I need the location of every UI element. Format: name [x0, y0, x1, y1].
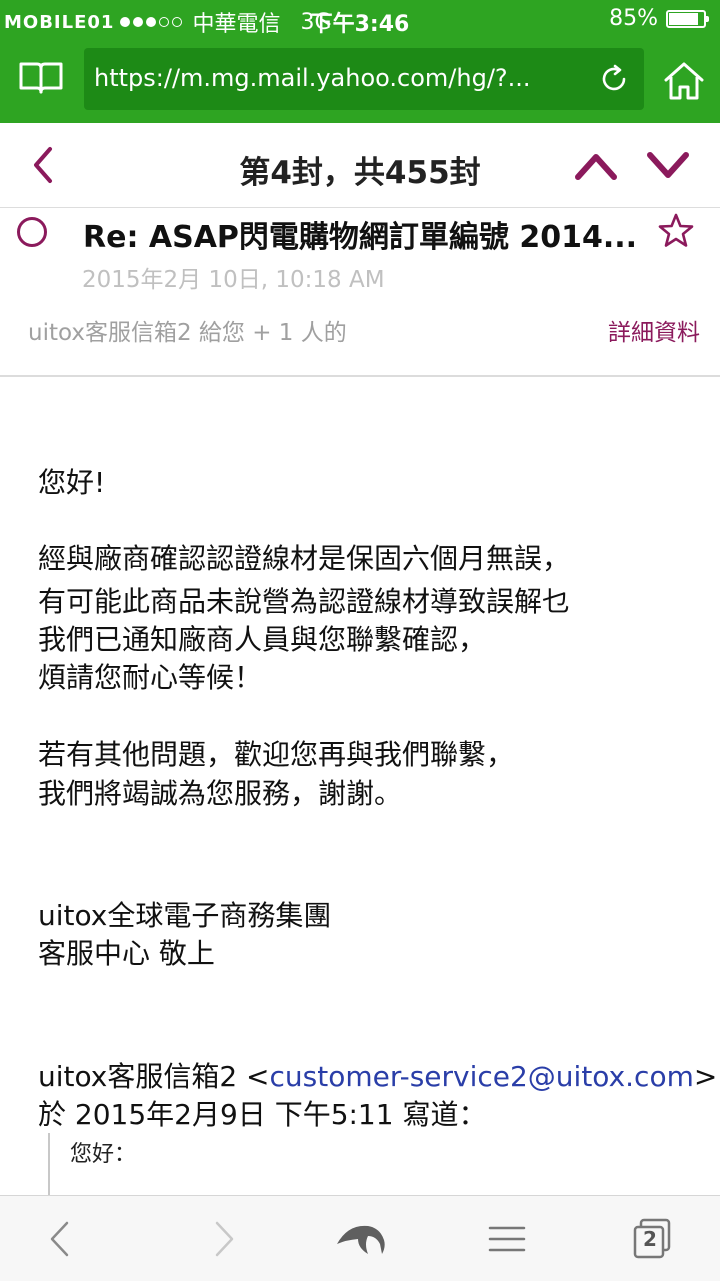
body-line: 我們將竭誠為您服務，謝謝。: [38, 777, 403, 810]
quote-bar: [48, 1133, 50, 1195]
sender-email-link[interactable]: customer-service2@uitox.com: [270, 1060, 694, 1093]
quote-date: 於 2015年2月9日 下午5:11 寫道：: [38, 1098, 487, 1131]
star-icon[interactable]: [657, 212, 695, 250]
message-subject: Re: ASAP閃電購物網訂單編號 2014...: [83, 220, 638, 255]
mail-navbar: 第4封，共455封: [0, 123, 720, 208]
battery-percent: 85%: [609, 6, 658, 31]
home-icon[interactable]: [660, 56, 708, 104]
bookmarks-icon[interactable]: [17, 58, 65, 98]
header-divider: [0, 375, 720, 377]
body-line: 有可能此商品未說營為認證線材導致誤解乜: [38, 585, 571, 618]
signature-line: 客服中心 敬上: [38, 937, 215, 970]
body-line: 我們已通知廠商人員與您聯繫確認，: [38, 623, 487, 656]
reload-icon[interactable]: [598, 63, 630, 95]
quote-sender: uitox客服信箱2 <: [38, 1060, 270, 1093]
browser-toolbar: [0, 1195, 720, 1281]
url-text[interactable]: https://m.mg.mail.yahoo.com/hg/?...: [94, 64, 584, 92]
tab-count: 2: [643, 1227, 657, 1251]
body-line: 煩請您耐心等候！: [38, 661, 263, 694]
quote-header: uitox客服信箱2 <customer-service2@uitox.com>: [38, 1058, 717, 1095]
dolphin-icon[interactable]: [334, 1214, 390, 1264]
quoted-greeting: 您好：: [70, 1142, 137, 1167]
address-bar[interactable]: https://m.mg.mail.yahoo.com/hg/?...: [84, 48, 644, 110]
body-greeting: 您好!: [38, 466, 106, 499]
browser-chrome: MOBILE01 中華電信 3G 下午3:46 85% https://m.mg…: [0, 0, 720, 123]
message-date: 2015年2月 10日, 10:18 AM: [82, 267, 385, 293]
browser-forward-icon[interactable]: [198, 1214, 248, 1264]
signature-line: uitox全球電子商務集團: [38, 899, 332, 932]
body-line: 若有其他問題，歡迎您再與我們聯繫，: [38, 738, 515, 771]
previous-message-icon[interactable]: [574, 151, 618, 181]
next-message-icon[interactable]: [646, 151, 690, 181]
menu-icon[interactable]: [482, 1214, 532, 1264]
quote-sender-end: >: [693, 1060, 718, 1093]
unread-indicator[interactable]: [17, 217, 47, 247]
browser-back-icon[interactable]: [36, 1214, 86, 1264]
details-link[interactable]: 詳細資料: [608, 313, 700, 347]
body-line: 經與廠商確認認證線材是保固六個月無誤，: [38, 542, 571, 575]
battery-icon: [666, 9, 709, 28]
message-recipients: uitox客服信箱2 給您 + 1 人的: [28, 320, 347, 346]
status-bar: MOBILE01 中華電信 3G 下午3:46 85%: [0, 0, 720, 40]
